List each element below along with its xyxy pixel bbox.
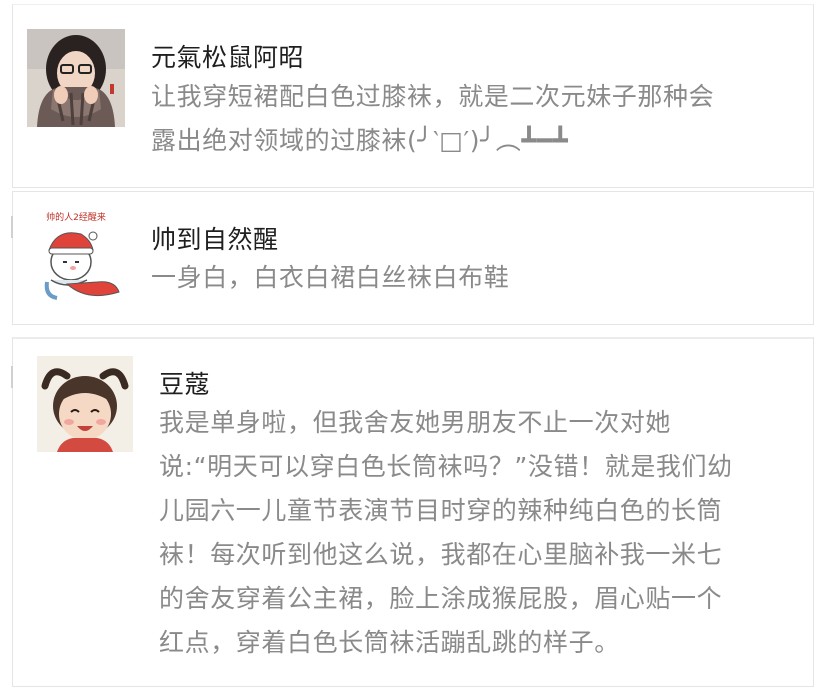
comment-author[interactable]: 元氣松鼠阿昭	[151, 38, 304, 74]
user-avatar-photo-scarf-icon	[27, 29, 125, 127]
comment-line: 露出绝对领域的过膝袜(╯‵□′)╯︵┻━┻	[151, 126, 569, 155]
comment-author[interactable]: 帅到自然醒	[151, 220, 279, 256]
comment-card: 元氣松鼠阿昭 让我穿短裙配白色过膝袜，就是二次元妹子那种会 露出绝对领域的过膝袜…	[12, 4, 814, 188]
comment-line: 的舍友穿着公主裙，脸上涂成猴屁股，眉心贴一个	[159, 584, 723, 613]
comment-line: 红点，穿着白色长筒袜活蹦乱跳的样子。	[159, 628, 620, 657]
comment-line: 说:“明天可以穿白色长筒袜吗？”没错！就是我们幼	[159, 452, 733, 481]
user-avatar-cartoon-santa-icon: 帅的人2经醒来	[27, 206, 125, 304]
avatar[interactable]	[27, 29, 125, 127]
comment-line: 让我穿短裙配白色过膝袜，就是二次元妹子那种会	[151, 82, 715, 111]
comment-text: 让我穿短裙配白色过膝袜，就是二次元妹子那种会 露出绝对领域的过膝袜(╯‵□′)╯…	[151, 75, 714, 163]
divider	[11, 366, 13, 388]
divider	[11, 216, 13, 238]
comment-author[interactable]: 豆蔻	[159, 365, 210, 401]
user-avatar-photo-child-icon	[37, 356, 133, 452]
comment-text: 我是单身啦，但我舍友她男朋友不止一次对她 说:“明天可以穿白色长筒袜吗？”没错！…	[159, 401, 733, 665]
avatar[interactable]	[37, 356, 133, 452]
comment-text: 一身白，白衣白裙白丝袜白布鞋	[151, 256, 509, 300]
comment-card: 帅的人2经醒来 帅到自然醒 一身白，白衣白裙白丝袜白布鞋	[11, 191, 814, 325]
comment-line: 儿园六一儿童节表演节目时穿的辣种纯白色的长筒	[159, 496, 723, 525]
comment-card: 豆蔻 我是单身啦，但我舍友她男朋友不止一次对她 说:“明天可以穿白色长筒袜吗？”…	[11, 337, 814, 687]
comment-line: 袜！每次听到他这么说，我都在心里脑补我一米七	[159, 540, 723, 569]
comment-list: 元氣松鼠阿昭 让我穿短裙配白色过膝袜，就是二次元妹子那种会 露出绝对领域的过膝袜…	[0, 0, 826, 693]
divider	[13, 337, 813, 339]
avatar[interactable]: 帅的人2经醒来	[27, 206, 125, 304]
avatar-caption: 帅的人2经醒来	[46, 211, 106, 223]
comment-line: 我是单身啦，但我舍友她男朋友不止一次对她	[159, 408, 672, 437]
comment-line: 一身白，白衣白裙白丝袜白布鞋	[151, 263, 510, 292]
